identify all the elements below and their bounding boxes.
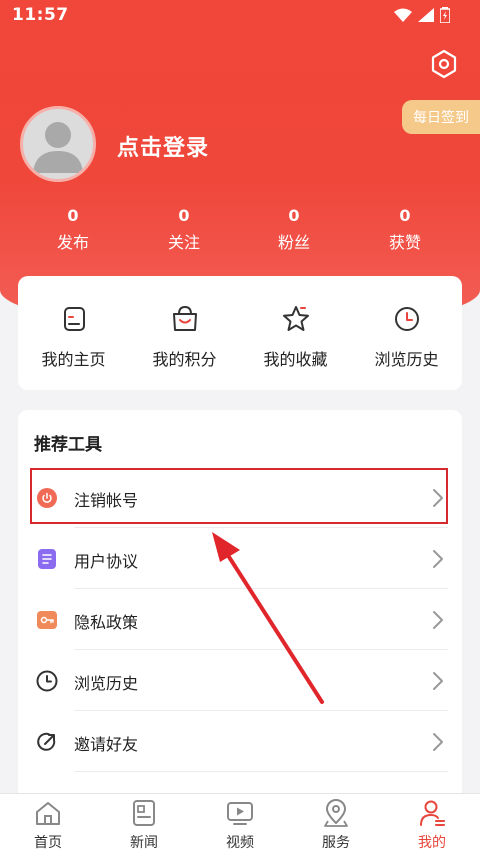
stat-label: 发布: [56, 233, 89, 252]
settings-button[interactable]: [426, 46, 462, 82]
quick-link-label: 我的收藏: [263, 350, 328, 369]
login-prompt[interactable]: 点击登录: [117, 130, 209, 162]
stats-row: 0 发布 0 关注 0 粉丝 0 获赞: [0, 206, 480, 256]
tool-label: 浏览历史: [74, 674, 139, 693]
divider: [74, 771, 448, 772]
quick-link-my-points[interactable]: 我的积分: [129, 276, 240, 390]
stat-label: 关注: [167, 233, 200, 252]
stat-likes[interactable]: 0 获赞: [365, 206, 445, 253]
tool-item-deactivate-account[interactable]: 注销帐号: [18, 468, 462, 528]
divider: [74, 588, 448, 589]
avatar[interactable]: [20, 106, 96, 182]
settings-hexagon-icon: [431, 49, 457, 79]
tool-item-user-agreement[interactable]: 用户协议: [18, 529, 462, 589]
stat-label: 获赞: [388, 233, 421, 252]
nav-item-video[interactable]: 视频: [192, 794, 288, 853]
nav-item-services[interactable]: 服务: [288, 794, 384, 853]
stat-value: 0: [399, 206, 411, 225]
quick-link-my-homepage[interactable]: 我的主页: [18, 276, 129, 390]
user-icon: [420, 800, 445, 826]
default-avatar-icon: [33, 122, 83, 173]
key-icon: [37, 611, 57, 629]
stat-followers[interactable]: 0 粉丝: [254, 206, 334, 253]
shopping-bag-icon: [173, 305, 197, 331]
tool-label: 用户协议: [74, 552, 139, 571]
quick-link-label: 我的主页: [41, 350, 106, 369]
status-icons: [394, 7, 450, 23]
quick-link-my-favorites[interactable]: 我的收藏: [240, 276, 351, 390]
tools-section-title: 推荐工具: [34, 435, 102, 455]
recommended-tools-card: 推荐工具 注销帐号 用户协议 隐私政策 浏览历史 邀请好友: [18, 410, 462, 800]
nav-label: 新闻: [130, 835, 158, 851]
clock-icon: [395, 307, 419, 331]
quick-links-card: 我的主页 我的积分 我的收藏 浏览历史: [18, 276, 462, 390]
stat-posts[interactable]: 0 发布: [33, 206, 113, 253]
bottom-nav: 首页 新闻 视频 服务 我的: [0, 793, 480, 853]
share-icon: [37, 732, 56, 751]
tool-label: 注销帐号: [74, 491, 139, 510]
tool-item-browse-history[interactable]: 浏览历史: [18, 651, 462, 711]
clock-icon: [36, 670, 58, 692]
nav-item-home[interactable]: 首页: [0, 794, 96, 853]
nav-label: 服务: [322, 835, 350, 851]
tool-item-invite-friends[interactable]: 邀请好友: [18, 712, 462, 772]
chevron-right-icon: [433, 489, 443, 507]
chevron-right-icon: [433, 672, 443, 690]
document-icon: [38, 549, 56, 569]
nav-label: 首页: [34, 835, 62, 851]
wifi-icon: [394, 8, 412, 22]
battery-icon: [440, 7, 450, 23]
stat-label: 粉丝: [277, 233, 310, 252]
stat-value: 0: [178, 206, 190, 225]
stat-following[interactable]: 0 关注: [144, 206, 224, 253]
status-time: 11:57: [12, 5, 69, 25]
nav-item-news[interactable]: 新闻: [96, 794, 192, 853]
tool-label: 隐私政策: [74, 613, 139, 632]
nav-label: 我的: [418, 835, 446, 851]
status-bar: 11:57: [0, 0, 480, 32]
location-icon: [324, 799, 348, 827]
profile-page-icon: [64, 307, 85, 331]
tool-label: 邀请好友: [74, 735, 139, 754]
divider: [74, 527, 448, 528]
tool-item-privacy-policy[interactable]: 隐私政策: [18, 590, 462, 650]
power-icon: [37, 488, 57, 508]
video-icon: [227, 802, 253, 825]
home-icon: [36, 802, 60, 825]
divider: [74, 649, 448, 650]
chevron-right-icon: [433, 550, 443, 568]
nav-item-mine[interactable]: 我的: [384, 794, 480, 853]
signal-icon: [418, 8, 434, 22]
news-icon: [133, 800, 155, 826]
stat-value: 0: [67, 206, 79, 225]
quick-link-label: 浏览历史: [374, 350, 439, 369]
chevron-right-icon: [433, 733, 443, 751]
quick-link-browse-history[interactable]: 浏览历史: [351, 276, 462, 390]
nav-label: 视频: [226, 835, 254, 851]
star-icon: [283, 306, 309, 331]
chevron-right-icon: [433, 611, 443, 629]
divider: [74, 710, 448, 711]
stat-value: 0: [288, 206, 300, 225]
quick-link-label: 我的积分: [152, 350, 217, 369]
daily-checkin-button[interactable]: 每日签到: [402, 100, 480, 134]
